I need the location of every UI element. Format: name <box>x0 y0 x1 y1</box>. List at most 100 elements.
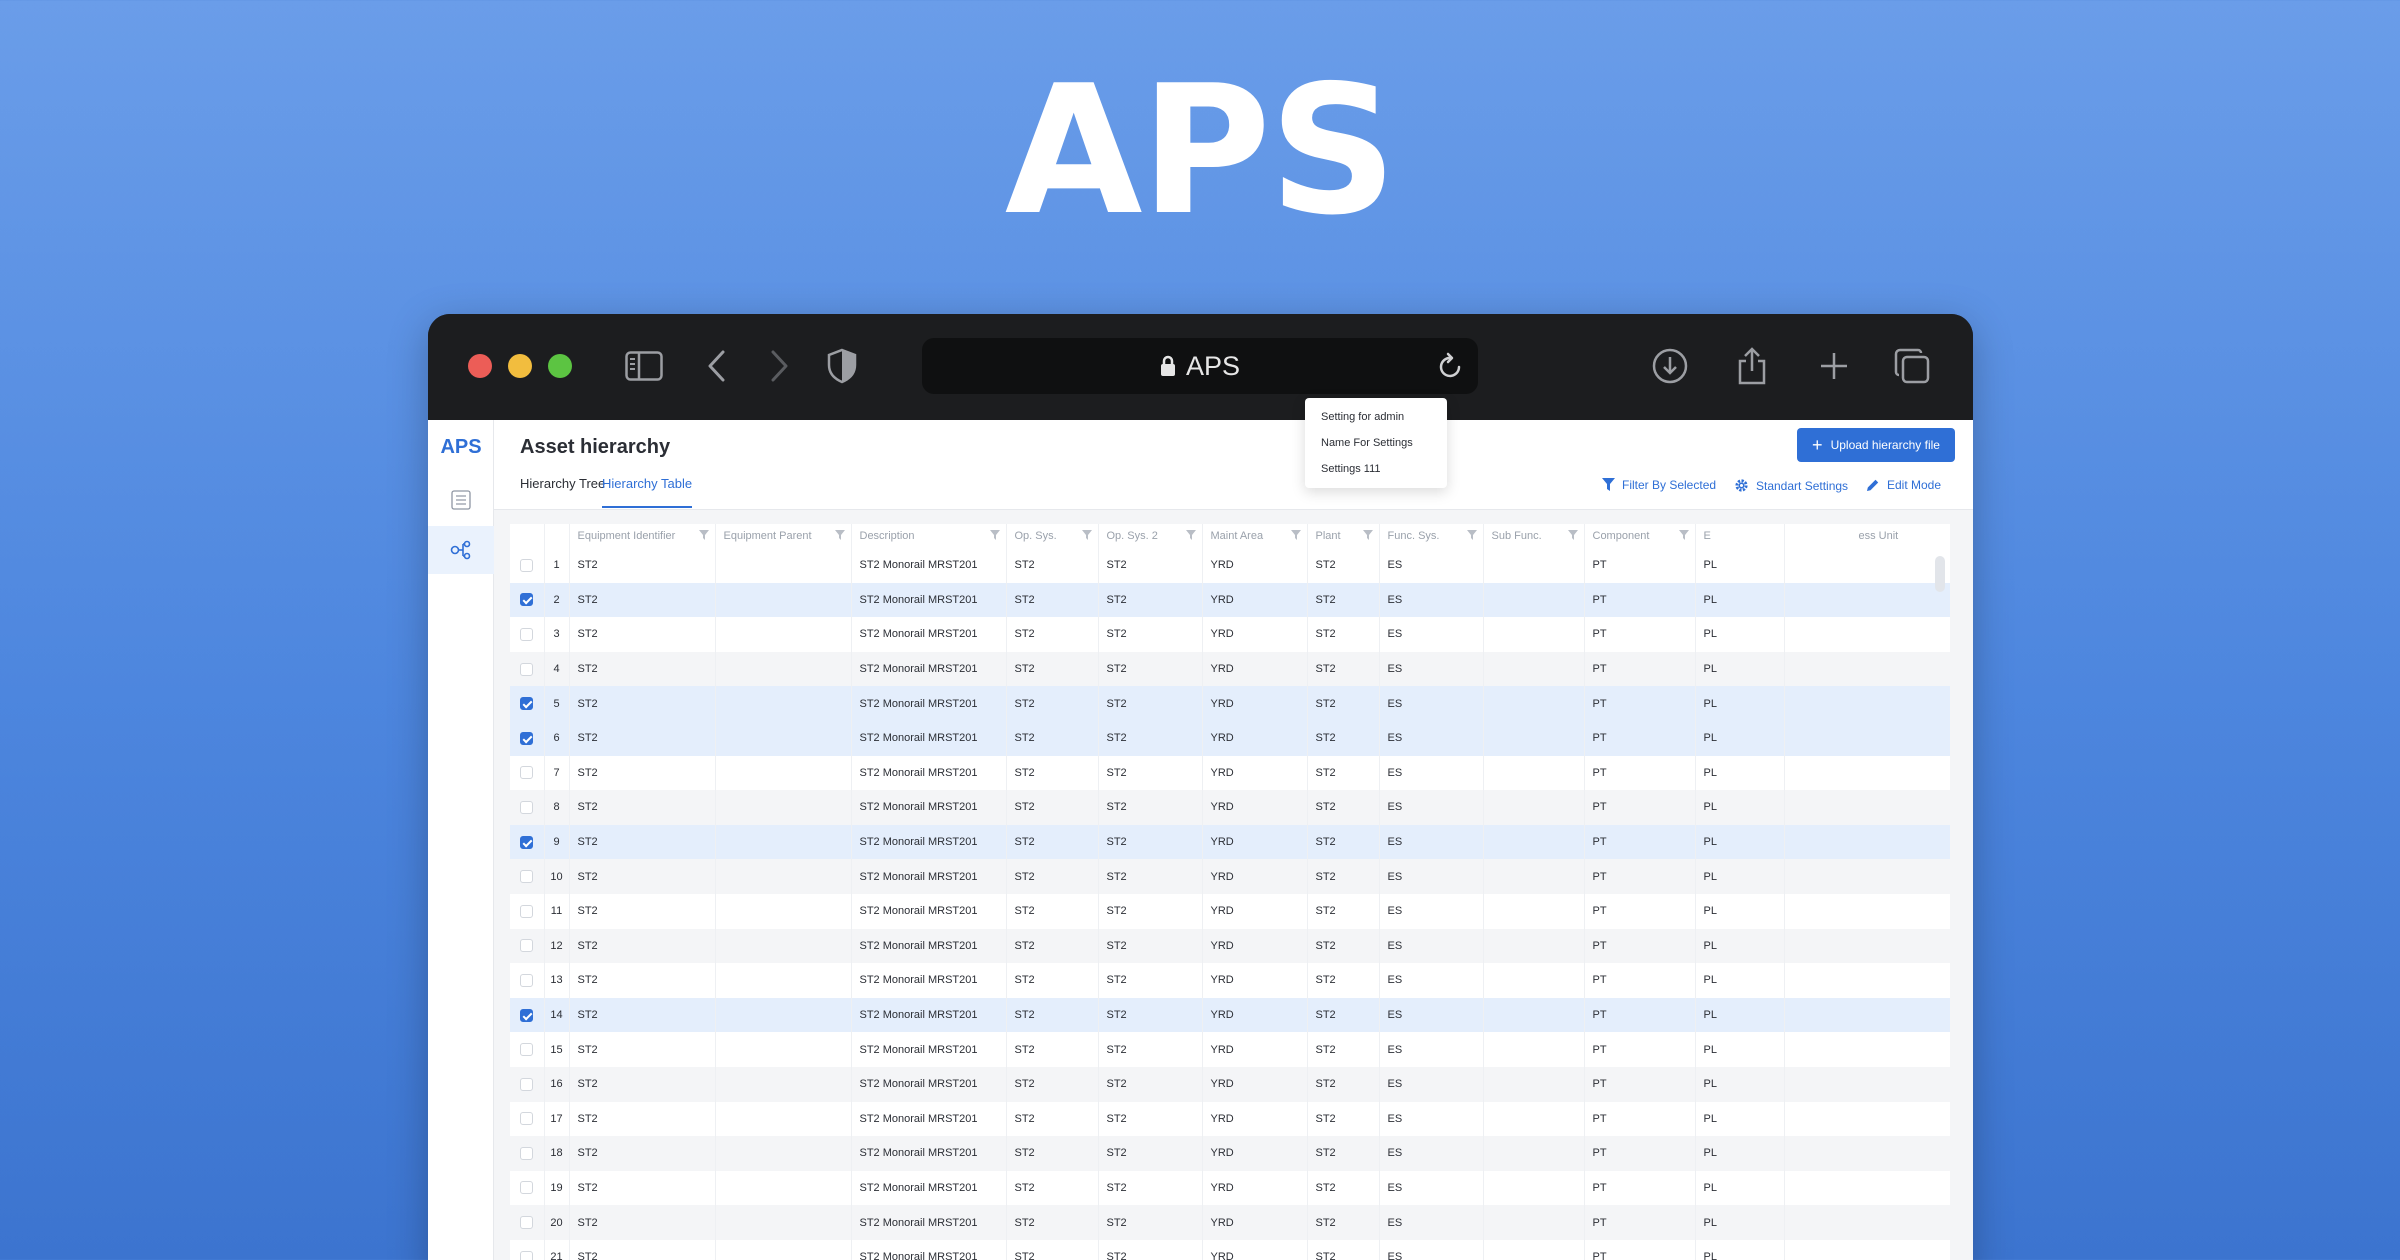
table-row[interactable]: 7 ST2 ST2 Monorail MRST201 ST2 ST2 YRD ST2 ES PT… <box>510 755 1950 791</box>
column-filter-icon[interactable] <box>1185 530 1196 540</box>
table-row[interactable]: 20 ST2 ST2 Monorail MRST201 ST2 ST2 YRD ST2 ES P… <box>510 1205 1950 1240</box>
table-row[interactable]: 16 ST2 ST2 Monorail MRST201 ST2 ST2 YRD ST2 ES P… <box>510 1066 1950 1102</box>
column-header[interactable]: Sub Func. <box>1483 524 1585 548</box>
tabs-overview-icon[interactable] <box>1890 344 1934 388</box>
hierarchy-icon[interactable] <box>428 526 494 574</box>
table-row[interactable]: 6 ST2 ST2 Monorail MRST201 ST2 ST2 YRD ST2 ES PT… <box>510 720 1950 756</box>
column-filter-icon[interactable] <box>1081 530 1092 540</box>
minimize-window-button[interactable] <box>508 354 532 378</box>
table-cell: ST2 Monorail MRST201 <box>851 1170 1007 1206</box>
filter-by-selected-button[interactable]: Filter By Selected <box>1602 478 1716 492</box>
table-cell: PL <box>1695 1205 1785 1240</box>
table-row[interactable]: 17 ST2 ST2 Monorail MRST201 ST2 ST2 YRD ST2 ES P… <box>510 1101 1950 1137</box>
row-checkbox[interactable] <box>520 731 534 745</box>
maximize-window-button[interactable] <box>548 354 572 378</box>
column-header[interactable]: Component <box>1584 524 1696 548</box>
share-icon[interactable] <box>1730 344 1774 388</box>
settings-menu-item[interactable]: Settings 111 <box>1305 456 1447 482</box>
sidebar-toggle-icon[interactable] <box>622 344 666 388</box>
column-header[interactable]: Description <box>851 524 1007 548</box>
forward-icon[interactable] <box>758 344 802 388</box>
row-checkbox[interactable] <box>520 870 534 884</box>
column-header[interactable]: Func. Sys. <box>1379 524 1484 548</box>
table-cell: ST2 <box>1006 790 1099 825</box>
column-header[interactable]: Op. Sys. 2 <box>1098 524 1203 548</box>
standart-settings-button[interactable]: Standart Settings <box>1734 478 1848 493</box>
tab-hierarchy-table[interactable]: Hierarchy Table <box>602 476 693 508</box>
table-row[interactable]: 4 ST2 ST2 Monorail MRST201 ST2 ST2 YRD ST2 ES PT… <box>510 651 1950 687</box>
browser-window: APS APS Asset hierarchy + Upload hierarc… <box>428 314 1973 1260</box>
row-checkbox[interactable] <box>520 800 534 814</box>
table-row[interactable]: 2 ST2 ST2 Monorail MRST201 ST2 ST2 YRD ST2 ES PT… <box>510 582 1950 618</box>
table-row[interactable]: 21 ST2 ST2 Monorail MRST201 ST2 ST2 YRD ST2 ES P… <box>510 1239 1950 1260</box>
table-row[interactable]: 19 ST2 ST2 Monorail MRST201 ST2 ST2 YRD ST2 ES P… <box>510 1170 1950 1206</box>
address-bar[interactable]: APS <box>922 338 1478 394</box>
tab-hierarchy-tree[interactable]: Hierarchy Tree <box>520 476 605 508</box>
column-filter-icon[interactable] <box>1567 530 1578 540</box>
column-header[interactable]: ess Unit <box>1784 524 1950 548</box>
column-filter-icon[interactable] <box>1362 530 1373 540</box>
row-checkbox[interactable] <box>520 1250 534 1260</box>
table-row[interactable]: 10 ST2 ST2 Monorail MRST201 ST2 ST2 YRD ST2 ES P… <box>510 859 1950 894</box>
column-header[interactable]: Op. Sys. <box>1006 524 1099 548</box>
new-tab-icon[interactable] <box>1812 344 1856 388</box>
row-checkbox[interactable] <box>520 973 534 987</box>
row-checkbox[interactable] <box>520 1008 534 1022</box>
table-row[interactable]: 8 ST2 ST2 Monorail MRST201 ST2 ST2 YRD ST2 ES PT… <box>510 790 1950 825</box>
row-checkbox[interactable] <box>520 1112 534 1126</box>
row-checkbox[interactable] <box>520 1077 534 1091</box>
table-cell <box>715 1239 852 1260</box>
row-checkbox[interactable] <box>520 939 534 953</box>
table-row[interactable]: 11 ST2 ST2 Monorail MRST201 ST2 ST2 YRD ST2 ES P… <box>510 893 1950 929</box>
row-checkbox[interactable] <box>520 766 534 780</box>
table-cell: ST2 <box>1098 1239 1203 1260</box>
column-filter-icon[interactable] <box>1466 530 1477 540</box>
row-checkbox[interactable] <box>520 1043 534 1057</box>
shield-icon[interactable] <box>820 344 864 388</box>
row-checkbox[interactable] <box>520 697 534 711</box>
upload-hierarchy-button[interactable]: + Upload hierarchy file <box>1797 428 1955 462</box>
reload-icon[interactable] <box>1438 352 1464 385</box>
back-icon[interactable] <box>694 344 738 388</box>
table-cell: ST2 Monorail MRST201 <box>851 997 1007 1033</box>
table-row[interactable]: 9 ST2 ST2 Monorail MRST201 ST2 ST2 YRD ST2 ES PT… <box>510 824 1950 860</box>
column-filter-icon[interactable] <box>698 530 709 540</box>
table-row[interactable]: 14 ST2 ST2 Monorail MRST201 ST2 ST2 YRD ST2 ES P… <box>510 997 1950 1033</box>
list-view-icon[interactable] <box>428 476 494 524</box>
row-checkbox[interactable] <box>520 627 534 641</box>
row-checkbox[interactable] <box>520 904 534 918</box>
row-checkbox[interactable] <box>520 1216 534 1230</box>
row-checkbox[interactable] <box>520 835 534 849</box>
table-cell: YRD <box>1202 997 1308 1033</box>
row-checkbox[interactable] <box>520 1146 534 1160</box>
close-window-button[interactable] <box>468 354 492 378</box>
column-header[interactable]: Equipment Parent <box>715 524 852 548</box>
table-scrollbar[interactable] <box>1935 556 1945 592</box>
url-text: APS <box>1185 350 1241 381</box>
table-row[interactable]: 15 ST2 ST2 Monorail MRST201 ST2 ST2 YRD ST2 ES P… <box>510 1032 1950 1067</box>
settings-menu-item[interactable]: Name For Settings <box>1305 430 1447 456</box>
row-checkbox[interactable] <box>520 662 534 676</box>
download-icon[interactable] <box>1648 344 1692 388</box>
column-header[interactable]: Plant <box>1307 524 1380 548</box>
table-row[interactable]: 5 ST2 ST2 Monorail MRST201 ST2 ST2 YRD ST2 ES PT… <box>510 686 1950 721</box>
column-filter-icon[interactable] <box>989 530 1000 540</box>
settings-menu-item[interactable]: Setting for admin <box>1305 404 1447 430</box>
table-cell: ST2 <box>569 790 716 825</box>
row-checkbox[interactable] <box>520 558 534 572</box>
column-filter-icon[interactable] <box>1290 530 1301 540</box>
table-row[interactable]: 3 ST2 ST2 Monorail MRST201 ST2 ST2 YRD ST2 ES PT… <box>510 617 1950 652</box>
row-checkbox[interactable] <box>520 1181 534 1195</box>
table-row[interactable]: 18 ST2 ST2 Monorail MRST201 ST2 ST2 YRD ST2 ES P… <box>510 1136 1950 1171</box>
table-row[interactable]: 1 ST2 ST2 Monorail MRST201 ST2 ST2 YRD ST2 ES PT… <box>510 548 1950 583</box>
column-filter-icon[interactable] <box>1678 530 1689 540</box>
table-row[interactable]: 12 ST2 ST2 Monorail MRST201 ST2 ST2 YRD ST2 ES P… <box>510 928 1950 964</box>
column-header[interactable]: E <box>1695 524 1785 548</box>
table-row[interactable]: 13 ST2 ST2 Monorail MRST201 ST2 ST2 YRD ST2 ES P… <box>510 963 1950 998</box>
column-filter-icon[interactable] <box>834 530 845 540</box>
column-header[interactable]: Equipment Identifier <box>569 524 716 548</box>
row-checkbox[interactable] <box>520 593 534 607</box>
edit-mode-button[interactable]: Edit Mode <box>1866 478 1941 492</box>
table-cell: PL <box>1695 1170 1785 1206</box>
column-header[interactable]: Maint Area <box>1202 524 1308 548</box>
